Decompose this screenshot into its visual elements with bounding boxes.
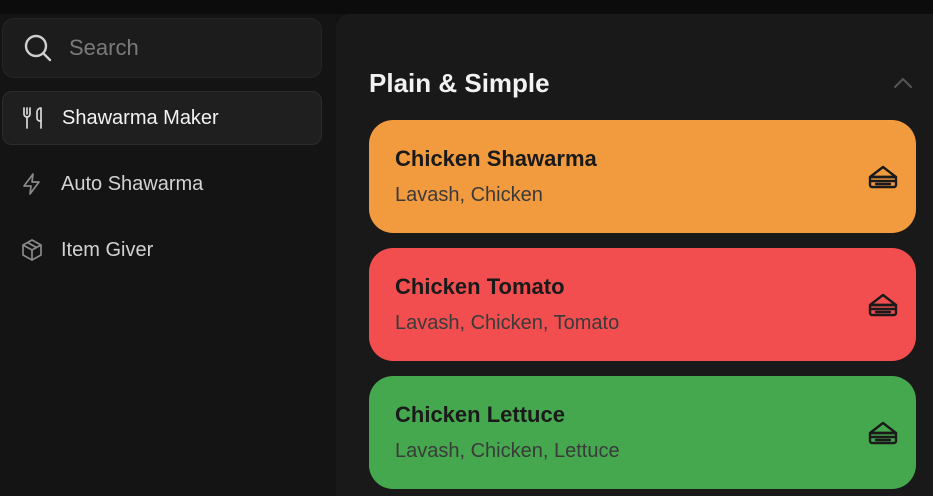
main-panel: Plain & Simple Chicken Shawarma Lavash, …: [336, 14, 933, 496]
search-box[interactable]: [2, 18, 322, 78]
sidebar-item-label: Item Giver: [61, 238, 154, 261]
card-title: Chicken Tomato: [395, 274, 565, 299]
sandwich-icon: [866, 288, 900, 322]
recipe-card-chicken-shawarma[interactable]: Chicken Shawarma Lavash, Chicken: [369, 120, 916, 233]
sandwich-icon: [866, 160, 900, 194]
sidebar-item-item-giver[interactable]: Item Giver: [2, 223, 322, 277]
sidebar-item-label: Auto Shawarma: [61, 172, 204, 195]
sandwich-icon: [866, 416, 900, 450]
box-icon: [19, 237, 45, 263]
sidebar-item-label: Shawarma Maker: [62, 106, 219, 129]
card-ingredients: Lavash, Chicken, Tomato: [395, 312, 620, 334]
chevron-up-icon: [894, 78, 912, 88]
section-title: Plain & Simple: [369, 68, 550, 98]
search-input[interactable]: [67, 34, 301, 62]
card-ingredients: Lavash, Chicken, Lettuce: [395, 440, 620, 462]
recipe-card-chicken-tomato[interactable]: Chicken Tomato Lavash, Chicken, Tomato: [369, 248, 916, 361]
recipe-card-chicken-lettuce[interactable]: Chicken Lettuce Lavash, Chicken, Lettuce: [369, 376, 916, 489]
search-icon: [23, 33, 53, 63]
app-window: Shawarma Maker Auto Shawarma Item Giver: [0, 0, 933, 496]
top-bar: [0, 0, 933, 14]
card-title: Chicken Shawarma: [395, 146, 597, 171]
collapse-button[interactable]: [891, 72, 915, 96]
sidebar: Shawarma Maker Auto Shawarma Item Giver: [0, 14, 336, 496]
utensils-icon: [20, 105, 46, 131]
sidebar-item-auto-shawarma[interactable]: Auto Shawarma: [2, 157, 322, 211]
sidebar-item-shawarma-maker[interactable]: Shawarma Maker: [2, 91, 322, 145]
lightning-icon: [19, 171, 45, 197]
card-ingredients: Lavash, Chicken: [395, 184, 543, 206]
card-title: Chicken Lettuce: [395, 402, 565, 427]
